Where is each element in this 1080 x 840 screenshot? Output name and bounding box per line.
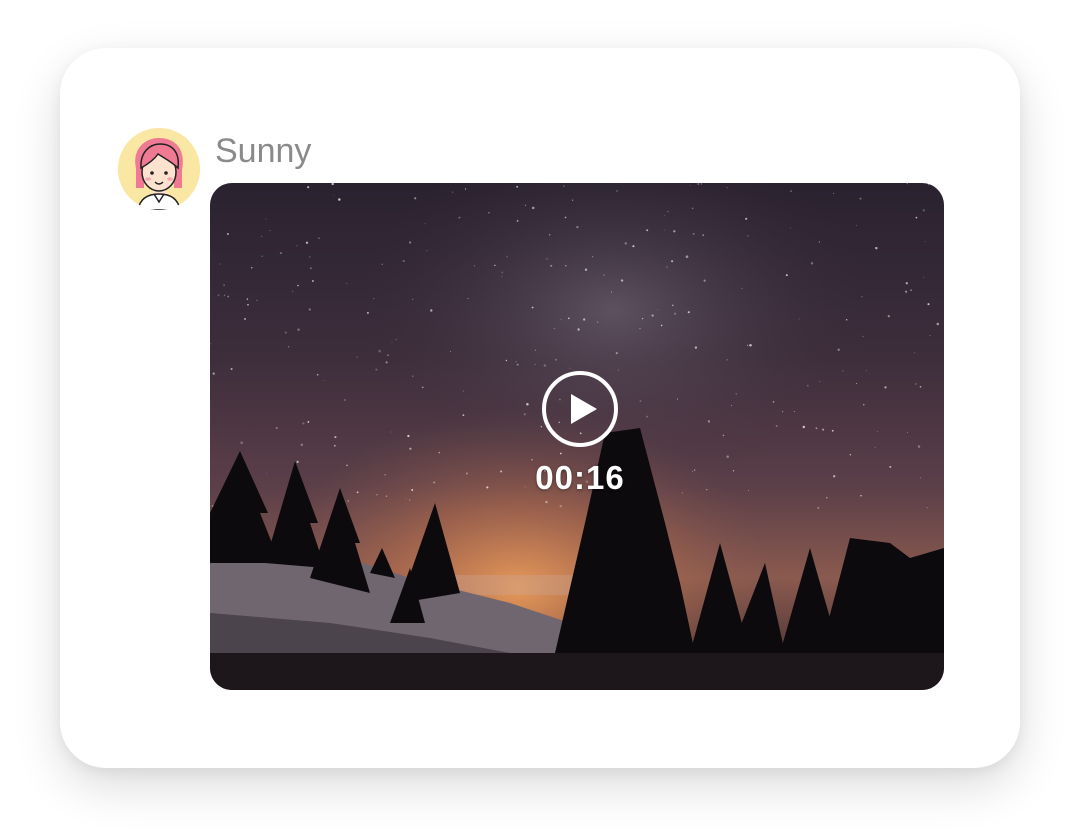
sender-name: Sunny xyxy=(215,132,312,170)
video-message[interactable]: 00:16 xyxy=(210,183,944,690)
sender-avatar[interactable] xyxy=(118,128,200,210)
girl-avatar-icon xyxy=(118,128,200,210)
play-button[interactable] xyxy=(541,370,619,448)
play-icon xyxy=(542,371,618,447)
video-duration: 00:16 xyxy=(535,459,625,496)
